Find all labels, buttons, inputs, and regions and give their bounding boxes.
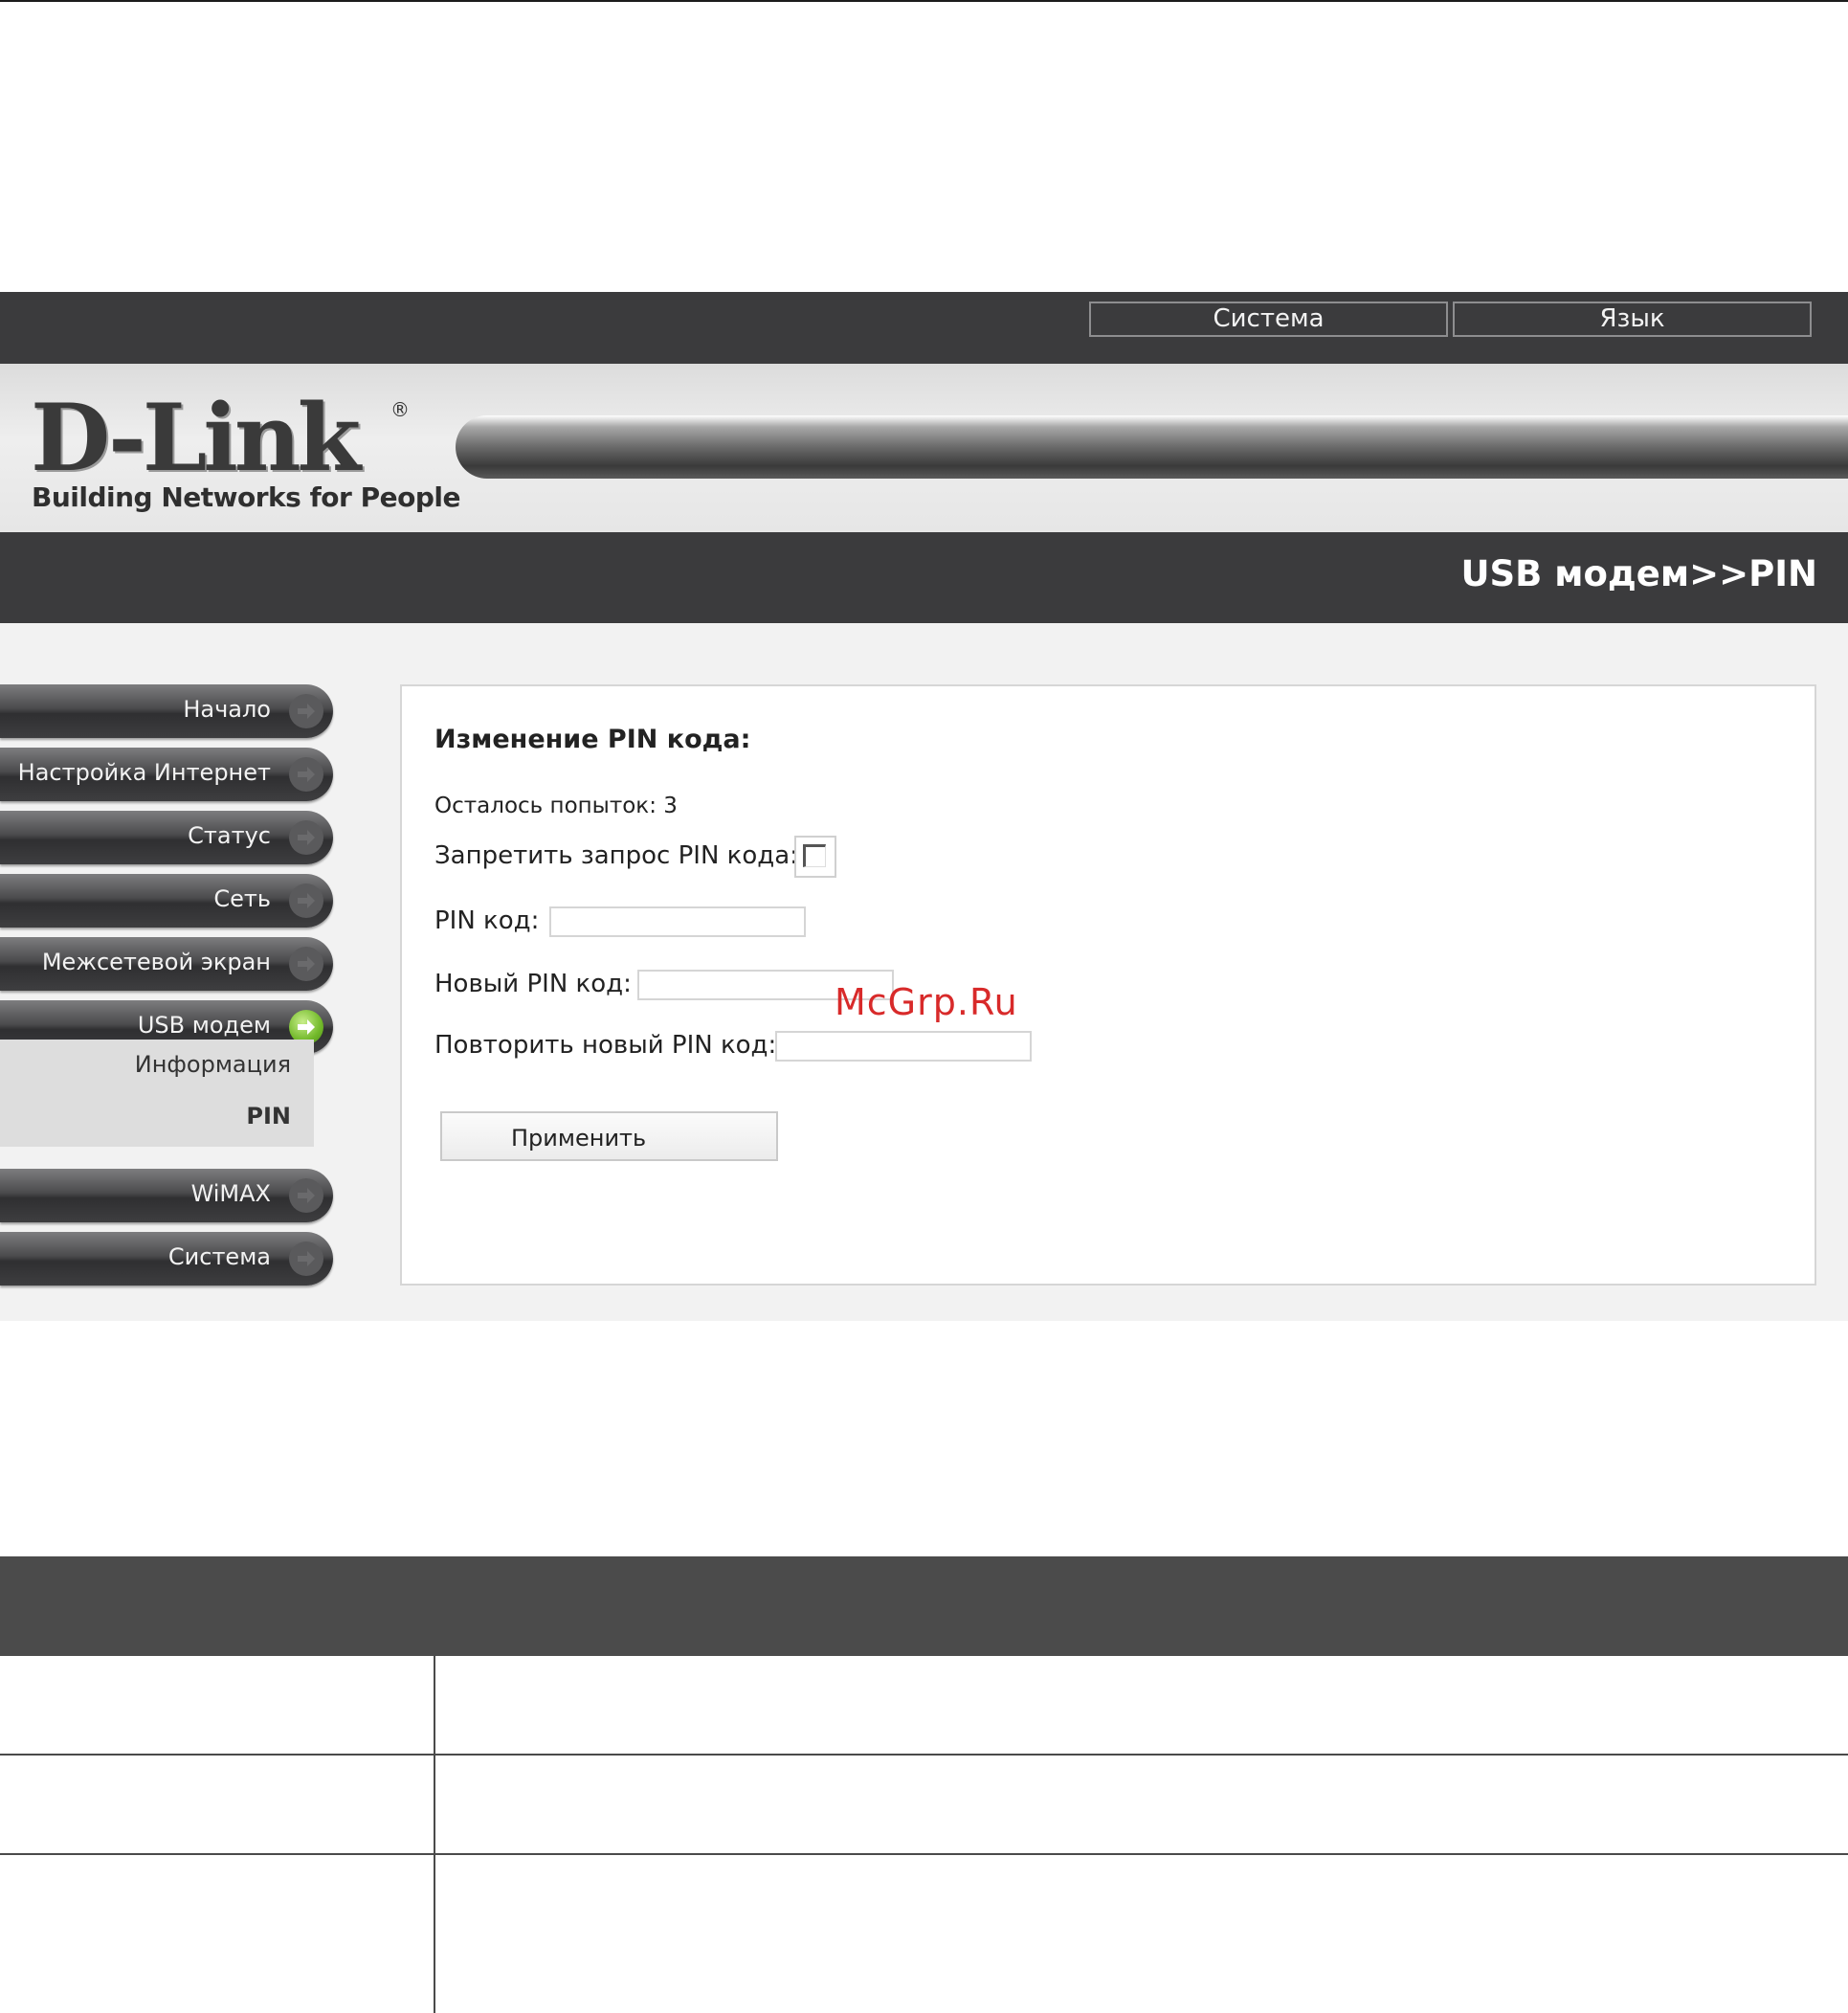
apply-button-label: Применить bbox=[511, 1125, 647, 1152]
sidebar-item-label: Статус bbox=[188, 822, 271, 849]
sidebar-item-home[interactable]: Начало bbox=[0, 684, 333, 738]
brand-header: D-Link ® Building Networks for People bbox=[0, 364, 1848, 532]
arrow-right-icon bbox=[289, 883, 323, 918]
apply-button[interactable]: Применить bbox=[440, 1111, 778, 1161]
sidebar-item-wimax[interactable]: WiMAX bbox=[0, 1169, 333, 1222]
table-row bbox=[0, 1855, 1848, 2013]
arrow-right-icon bbox=[289, 1178, 323, 1213]
header-decorative-bar bbox=[456, 415, 1848, 479]
top-menu-language-button[interactable]: Язык bbox=[1453, 302, 1812, 337]
arrow-right-icon bbox=[289, 757, 323, 792]
disable-pin-label: Запретить запрос PIN кода: bbox=[434, 841, 798, 870]
usb-modem-submenu: Информация PIN bbox=[0, 1040, 314, 1147]
router-web-interface: Система Язык D-Link ® Building Networks … bbox=[0, 292, 1848, 1321]
pin-label: PIN код: bbox=[434, 906, 540, 935]
top-menu-system-button[interactable]: Система bbox=[1089, 302, 1448, 337]
section-heading: Изменение PIN кода: bbox=[434, 725, 751, 754]
sidebar-item-label: Настройка Интернет bbox=[17, 759, 271, 786]
attempts-left-text: Осталось попыток: 3 bbox=[434, 794, 678, 818]
registered-mark: ® bbox=[390, 398, 410, 421]
arrow-right-icon bbox=[289, 694, 323, 728]
sidebar-item-label: WiMAX bbox=[190, 1180, 271, 1207]
repeat-pin-label: Повторить новый PIN код: bbox=[434, 1031, 777, 1060]
sidebar-item-network[interactable]: Сеть bbox=[0, 874, 333, 928]
sidebar-item-status[interactable]: Статус bbox=[0, 811, 333, 864]
dlink-logo: D-Link bbox=[31, 384, 361, 492]
sidebar-item-label: Сеть bbox=[213, 885, 271, 912]
sidebar-item-label: Межсетевой экран bbox=[41, 949, 271, 975]
sidebar-item-label: Начало bbox=[183, 696, 271, 723]
submenu-item-pin[interactable]: PIN bbox=[246, 1103, 291, 1130]
table-column-divider bbox=[434, 1656, 435, 2013]
table-row bbox=[0, 1656, 1848, 1756]
checkbox-icon bbox=[803, 844, 826, 867]
sidebar-item-firewall[interactable]: Межсетевой экран bbox=[0, 937, 333, 991]
repeat-pin-input[interactable] bbox=[775, 1031, 1032, 1062]
watermark: McGrp.Ru bbox=[835, 981, 1018, 1023]
title-bar: USB модем>>PIN bbox=[0, 532, 1848, 623]
sidebar-item-label: Система bbox=[167, 1243, 271, 1270]
pin-settings-panel: Изменение PIN кода: Осталось попыток: 3 … bbox=[400, 684, 1816, 1286]
sidebar-item-system[interactable]: Система bbox=[0, 1232, 333, 1286]
arrow-right-icon bbox=[289, 947, 323, 981]
page-title: USB модем>>PIN bbox=[1460, 553, 1817, 594]
sidebar-item-label: USB модем bbox=[137, 1012, 271, 1039]
new-pin-label: Новый PIN код: bbox=[434, 970, 632, 998]
top-nav-bar: Система Язык bbox=[0, 292, 1848, 364]
submenu-item-info[interactable]: Информация bbox=[135, 1051, 291, 1078]
pin-input[interactable] bbox=[549, 906, 806, 937]
arrow-right-icon bbox=[289, 1241, 323, 1276]
table-row bbox=[0, 1756, 1848, 1855]
disable-pin-checkbox[interactable] bbox=[794, 836, 836, 878]
arrow-right-icon bbox=[289, 820, 323, 855]
top-rule bbox=[0, 0, 1848, 2]
sidebar-item-internet-setup[interactable]: Настройка Интернет bbox=[0, 748, 333, 801]
table-header bbox=[0, 1556, 1848, 1656]
logo-tagline: Building Networks for People bbox=[32, 481, 460, 513]
